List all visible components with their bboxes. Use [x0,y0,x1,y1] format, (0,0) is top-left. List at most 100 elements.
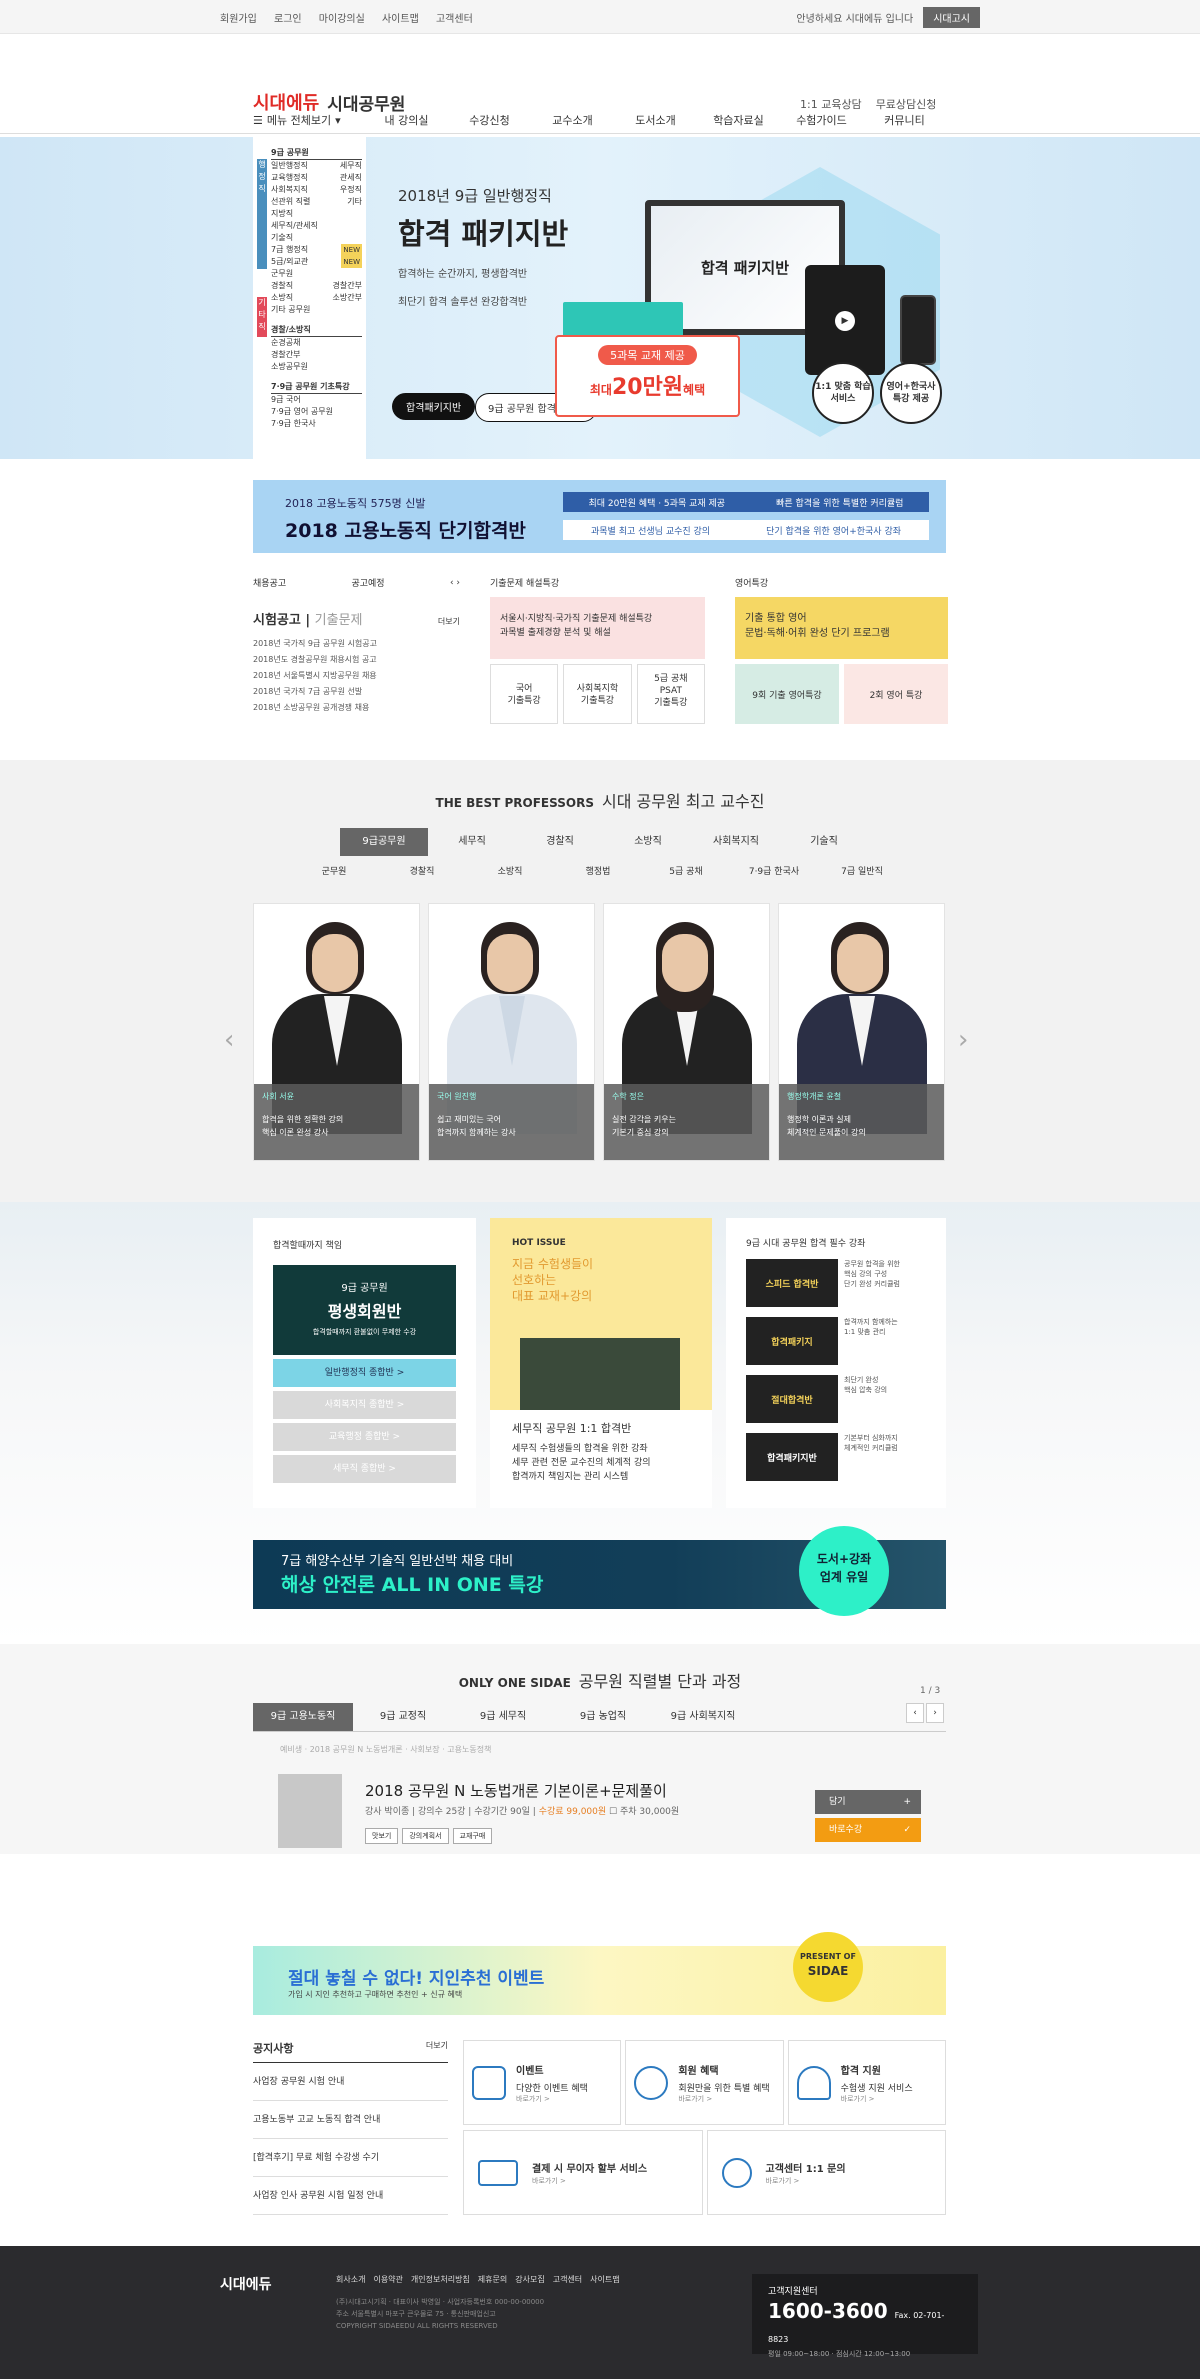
service-card-member[interactable]: 회원 혜택 회원만을 위한 특별 혜택 바로가기 > [625,2040,784,2125]
notice-item[interactable]: 사업장 공무원 시험 안내 [253,2063,448,2101]
consult-link[interactable]: 1:1 교육상담 [800,96,862,112]
course-title[interactable]: 2018 공무원 N 노동법개론 기본이론+문제풀이 [365,1780,667,1801]
notice-item[interactable]: 고용노동부 고교 노동직 합격 안내 [253,2101,448,2139]
chevron-left-icon[interactable]: ‹ [224,1025,234,1055]
side-item[interactable]: 순경공채 [271,337,362,349]
side-item[interactable]: 경찰직 [271,280,293,292]
side-item[interactable]: 경찰간부 [271,349,362,361]
side-item[interactable]: 우정직 [340,184,362,196]
book-button[interactable]: 교재구매 [452,1828,493,1844]
tab-prof[interactable]: 세무직 [428,828,516,856]
all-menu-button[interactable]: ☰ 메뉴 전체보기 ▾ [253,112,365,128]
side-item[interactable]: 일반행정직 [271,160,308,172]
referral-event-banner[interactable]: 절대 놓칠 수 없다! 지인추천 이벤트 가입 시 지인 추천하고 구매하면 추… [253,1932,946,2015]
side-item[interactable]: 기타 공무원 [271,304,310,316]
top-link[interactable]: 마이강의실 [319,14,365,25]
side-item[interactable]: 5급/외교관 [271,256,308,268]
course-promo-item[interactable]: 절대합격반 최단기 완성 핵심 압축 강의 [746,1375,926,1423]
subtab-prof[interactable]: 경찰직 [378,864,466,877]
notice-item[interactable]: [합격후기] 무료 체험 수강생 수기 [253,2139,448,2177]
side-item[interactable]: 경찰간부 [333,280,362,292]
course-promo-item[interactable]: 스피드 합격반 공무원 합격을 위한 핵심 강의 구성 단기 완성 커리큘럼 [746,1259,926,1307]
course-promo-item[interactable]: 합격패키지 합격까지 함께하는 1:1 맞춤 관리 [746,1317,926,1365]
special-item[interactable]: 사회복지학 기출특강 [563,664,632,724]
side-item[interactable]: 교육행정직 [271,172,308,184]
side-tab-admin[interactable]: 행정직 [257,159,267,269]
tab-planned[interactable]: 공고예정 [351,576,384,589]
footer-link[interactable]: 제휴문의 [478,2274,507,2285]
subtab-prof[interactable]: 소방직 [466,864,554,877]
professor-card[interactable]: 행정학개론 윤철 행정학 이론과 실제 체계적인 문제풀이 강의 [778,903,945,1161]
english-promo[interactable]: 기출 통합 영어 문법·독해·어휘 완성 단기 프로그램 [735,597,948,659]
maritime-banner[interactable]: 7급 해양수산부 기술직 일반선박 채용 대비 해상 안전론 ALL IN ON… [253,1526,946,1616]
professor-card[interactable]: 사회 서윤 합격을 위한 정확한 강의 핵심 이론 완성 강사 [253,903,420,1161]
side-item[interactable]: 기술직 [271,232,293,244]
top-link[interactable]: 고객센터 [436,14,473,25]
side-item[interactable]: 세무직 [340,160,362,172]
special-promo[interactable]: 서울시·지방직·국가직 기출문제 해설특강 과목별 출제경향 분석 및 해설 [490,597,705,659]
chevron-right-icon[interactable]: › [926,1703,944,1723]
family-site-button[interactable]: 시대고시 [923,6,980,28]
footer-link[interactable]: 회사소개 [336,2274,365,2285]
special-item[interactable]: 5급 공채 PSAT 기출특강 [636,664,705,724]
footer-link[interactable]: 이용약관 [373,2274,402,2285]
chevron-left-icon[interactable]: ‹ [906,1703,924,1723]
tab-prof[interactable]: 사회복지직 [692,828,780,856]
tab-course[interactable]: 9급 교정직 [353,1703,453,1731]
nav-item[interactable]: 학습자료실 [697,112,780,128]
english-item[interactable]: 9회 기출 영어특강 [735,664,839,724]
preview-button[interactable]: 맛보기 [365,1828,399,1844]
more-link[interactable]: 더보기 [438,616,460,627]
exam-item[interactable]: 2018년 국가직 9급 공무원 시험공고 [253,636,460,652]
english-item[interactable]: 2회 영어 특강 [844,664,948,724]
top-link[interactable]: 회원가입 [220,14,257,25]
service-card-support[interactable]: 합격 지원 수험생 지원 서비스 바로가기 > [787,2040,946,2125]
side-item[interactable]: 세무직/관세직 [271,220,318,232]
tab-course[interactable]: 9급 농업직 [553,1703,653,1731]
side-item[interactable]: 7·9급 한국사 [271,418,362,430]
nav-item[interactable]: 수강신청 [448,112,531,128]
footer-logo[interactable]: 시대에듀 [220,2274,272,2294]
syllabus-button[interactable]: 강의계획서 [402,1828,449,1844]
hot-issue-box[interactable]: HOT ISSUE 지금 수험생들이 선호하는 대표 교재+강의 세무직 공무원… [490,1218,712,1508]
subtab-prof[interactable]: 행정법 [554,864,642,877]
side-tab-other[interactable]: 기타직 [257,297,267,337]
nav-item[interactable]: 교수소개 [531,112,614,128]
side-item[interactable]: 사회복지직 [271,184,308,196]
side-item[interactable]: 7급 행정직 [271,244,308,256]
course-button[interactable]: 세무직 종합반 > [273,1455,456,1483]
professor-card[interactable]: 국어 원진행 쉽고 재미있는 국어 합격까지 함께하는 강사 [428,903,595,1161]
footer-link[interactable]: 개인정보처리방침 [411,2274,470,2285]
side-item[interactable]: 소방공무원 [271,361,362,373]
service-card-qna[interactable]: 고객센터 1:1 문의 바로가기 > [706,2130,946,2215]
exam-item[interactable]: 2018년도 경찰공무원 채용시험 공고 [253,652,460,668]
cs-phone[interactable]: 1600-3600 [768,2299,888,2323]
checkbox-icon[interactable]: ☐ [609,1807,617,1817]
nav-item[interactable]: 도서소개 [614,112,697,128]
side-item[interactable]: 군무원 [271,268,293,280]
tab-recruit[interactable]: 채용공고 [253,576,286,589]
free-consult-link[interactable]: 무료상담신청 [876,96,937,112]
more-link[interactable]: 더보기 [426,2040,448,2056]
nav-item[interactable]: 수험가이드 [780,112,863,128]
past-exam-tab[interactable]: 기출문제 [315,613,363,628]
nav-item[interactable]: 내 강의실 [365,112,448,128]
tab-course[interactable]: 9급 세무직 [453,1703,553,1731]
side-item[interactable]: 9급 국어 [271,394,362,406]
subtab-prof[interactable]: 5급 공채 [642,864,730,877]
package-button[interactable]: 합격패키지반 [392,393,476,420]
tab-course[interactable]: 9급 고용노동직 [253,1703,353,1731]
side-item[interactable]: 관세직 [340,172,362,184]
subtab-prof[interactable]: 군무원 [290,864,378,877]
course-button[interactable]: 교육행정 종합반 > [273,1423,456,1451]
side-item[interactable]: 선관위 직렬 [271,196,310,208]
cart-button[interactable]: 담기 + [815,1790,921,1814]
top-link[interactable]: 로그인 [274,14,302,25]
footer-link[interactable]: 사이트맵 [590,2274,619,2285]
special-item[interactable]: 국어 기출특강 [490,664,559,724]
side-item[interactable]: 소방간부 [333,292,362,304]
side-item[interactable]: 기타 [347,196,362,208]
exam-item[interactable]: 2018년 소방공무원 공개경쟁 채용 [253,700,460,716]
tab-prof[interactable]: 경찰직 [516,828,604,856]
side-item[interactable]: 지방직 [271,208,293,220]
